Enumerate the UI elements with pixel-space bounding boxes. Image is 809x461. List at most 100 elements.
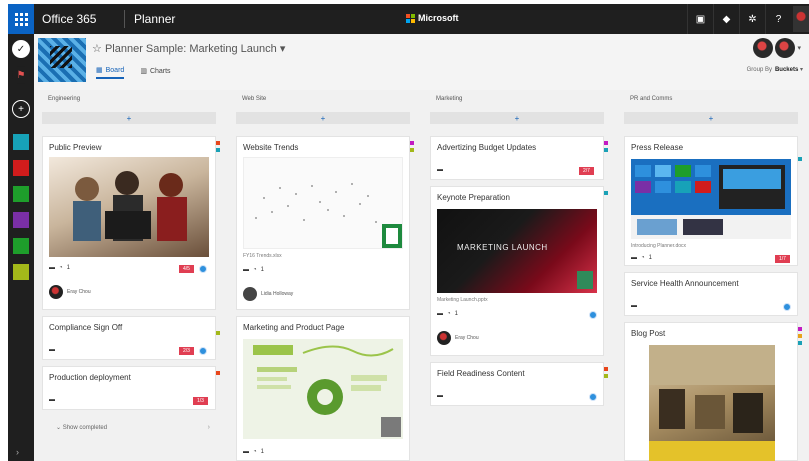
plus-icon[interactable]: + — [12, 100, 30, 118]
checklist-badge: 1/3 — [193, 397, 208, 405]
description-icon: ▬ — [631, 303, 637, 309]
user-avatar[interactable] — [793, 6, 809, 32]
chevron-down-icon[interactable]: ▾ — [280, 43, 286, 55]
spreadsheet-preview — [243, 157, 403, 249]
label-flags — [216, 331, 220, 338]
plan-tile[interactable] — [13, 264, 29, 280]
assignee-name: Eray Chou — [455, 335, 479, 341]
bucket-engineering: Engineering + Public Preview ▬ ◔ 1 4/5 E… — [42, 90, 220, 431]
assignee[interactable]: Lidia Holloway — [243, 287, 293, 301]
add-task-button[interactable]: + — [430, 112, 604, 124]
progress-icon[interactable] — [199, 347, 207, 355]
task-title: Field Readiness Content — [437, 369, 525, 378]
task-card[interactable]: Blog Post — [624, 322, 802, 461]
assignee-avatar — [243, 287, 257, 301]
assignee[interactable]: Eray Chou — [49, 285, 91, 299]
show-completed-toggle[interactable]: ⌄ Show completed — [56, 424, 107, 431]
add-task-button[interactable]: + — [624, 112, 798, 124]
progress-icon[interactable] — [589, 311, 597, 319]
add-task-button[interactable]: + — [236, 112, 410, 124]
plan-tile[interactable] — [13, 160, 29, 176]
pptx-icon — [577, 271, 593, 289]
progress-icon[interactable] — [783, 303, 791, 311]
star-icon[interactable]: ☆ — [92, 43, 102, 55]
plan-header: ☆ Planner Sample: Marketing Launch ▾ ▦ B… — [34, 34, 809, 90]
progress-icon[interactable] — [199, 265, 207, 273]
task-meta: ▬ — [631, 303, 637, 309]
bucket-title[interactable]: Engineering — [48, 96, 216, 106]
show-completed-label: Show completed — [62, 425, 108, 431]
task-meta: ▬ — [437, 393, 443, 399]
office-365-brand[interactable]: Office 365 — [42, 12, 96, 26]
plan-logo — [38, 38, 86, 82]
plan-title[interactable]: ☆ Planner Sample: Marketing Launch ▾ — [92, 42, 285, 55]
add-task-button[interactable]: + — [42, 112, 216, 124]
label-flags — [604, 367, 608, 381]
tab-board[interactable]: ▦ Board — [96, 66, 125, 79]
description-icon: ▬ — [437, 311, 443, 317]
description-icon: ▬ — [243, 267, 249, 273]
task-card[interactable]: Website Trends FY16 Trends.xlsx ▬ ◔ 1 Li… — [236, 136, 414, 310]
member-avatar[interactable] — [775, 38, 796, 58]
task-card[interactable]: Production deployment ▬ 1/3 — [42, 366, 220, 410]
description-icon: ▬ — [631, 255, 637, 261]
comment-count: 1 — [260, 449, 264, 455]
progress-icon[interactable] — [589, 393, 597, 401]
attachment-caption[interactable]: Introducing Planner.docx — [631, 243, 686, 249]
person-icon[interactable]: ⚑ — [12, 66, 30, 84]
chevron-right-icon[interactable]: › — [16, 447, 19, 457]
chat-icon[interactable]: ▣ — [687, 4, 713, 34]
plan-title-text: Planner Sample: Marketing Launch — [104, 43, 277, 55]
people-tablet-illustration — [73, 171, 187, 241]
task-preview-image — [49, 157, 209, 257]
bell-icon[interactable]: ◆ — [713, 4, 739, 34]
slide-title-text: MARKETING LAUNCH — [457, 243, 548, 252]
group-by-value: Buckets — [774, 67, 799, 73]
chevron-down-icon[interactable]: ▾ — [797, 44, 801, 52]
label-flags — [216, 141, 220, 155]
attachment-caption[interactable]: Marketing Launch.pptx — [437, 297, 488, 303]
task-card[interactable]: Advertizing Budget Updates ▬ 2/7 — [430, 136, 608, 180]
group-by-selector[interactable]: Group By Buckets ▾ — [747, 66, 803, 73]
description-icon: ▬ — [49, 347, 55, 353]
description-icon: ▬ — [49, 265, 55, 271]
bucket-title[interactable]: PR and Comms — [630, 96, 798, 106]
checklist-badge: 4/5 — [179, 265, 194, 273]
task-card[interactable]: Press Release Introducing Planner.docx ▬… — [624, 136, 802, 266]
task-meta: ▬ — [49, 347, 55, 353]
label-flags — [216, 371, 220, 378]
checklist-badge: 2/3 — [179, 347, 194, 355]
task-card[interactable]: Field Readiness Content ▬ — [430, 362, 608, 406]
microsoft-logo: Microsoft — [406, 13, 459, 23]
member-avatar[interactable] — [753, 38, 774, 58]
task-meta: ▬ ◔ 1 — [49, 265, 70, 271]
assignee[interactable]: Eray Chou — [437, 331, 479, 345]
chevron-right-icon[interactable]: › — [208, 424, 210, 431]
tab-charts[interactable]: ▥ Charts — [140, 66, 170, 79]
task-meta: ▬ ◔ 1 — [243, 449, 264, 455]
planner-app-title[interactable]: Planner — [134, 12, 175, 26]
task-meta: ▬ — [437, 167, 443, 173]
task-title: Marketing and Product Page — [243, 323, 345, 332]
task-card[interactable]: Public Preview ▬ ◔ 1 4/5 Eray Chou — [42, 136, 220, 310]
plan-tile[interactable] — [13, 212, 29, 228]
task-card[interactable]: Marketing and Product Page ▬ ◔ 1 — [236, 316, 410, 461]
plan-tile[interactable] — [13, 238, 29, 254]
plan-tile[interactable] — [13, 134, 29, 150]
task-card[interactable]: Compliance Sign Off ▬ 2/3 — [42, 316, 220, 360]
plan-tile[interactable] — [13, 186, 29, 202]
app-launcher-button[interactable] — [8, 4, 34, 34]
attachment-caption[interactable]: FY16 Trends.xlsx — [243, 253, 282, 259]
task-card[interactable]: Service Health Announcement ▬ — [624, 272, 798, 316]
bucket-title[interactable]: Web Site — [242, 96, 410, 106]
check-icon[interactable]: ✓ — [12, 40, 30, 58]
gear-icon[interactable]: ✲ — [739, 4, 765, 34]
comment-count: 1 — [66, 265, 70, 271]
task-card[interactable]: Keynote Preparation MARKETING LAUNCH Mar… — [430, 186, 608, 356]
task-title: Press Release — [631, 143, 684, 152]
group-by-label: Group By — [746, 67, 772, 73]
comments-icon: ◔ — [59, 265, 63, 271]
task-meta: ▬ ◔ 1 — [243, 267, 264, 273]
bucket-title[interactable]: Marketing — [436, 96, 604, 106]
help-icon[interactable]: ? — [765, 4, 791, 34]
